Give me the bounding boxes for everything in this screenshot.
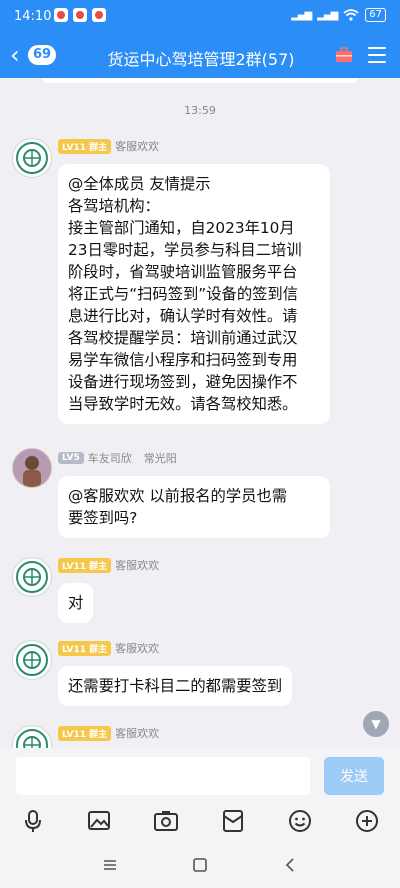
microphone-icon[interactable] [20, 808, 46, 834]
group-owner-avatar[interactable] [12, 725, 52, 748]
input-toolbar [0, 804, 400, 842]
status-bar: 14:10 ▂▄▆ ▂▄▆ 67 [0, 0, 400, 34]
message-line: 要签到吗? [68, 509, 138, 527]
input-bar: 发送 [0, 748, 400, 804]
sender-meta: LV11 群主 客服欢欢 [58, 557, 159, 573]
sender-name: 客服欢欢 [115, 140, 160, 153]
sender-meta: LV11 群主 客服欢欢 [58, 138, 159, 154]
message-line: 对 [68, 594, 84, 612]
message-line: 息进行比对，确认学时有效性。请 [68, 307, 298, 325]
sender-name: 客服欢欢 [115, 559, 160, 572]
home-nav-icon[interactable] [190, 855, 210, 875]
message-line: @客服欢欢 以前报名的学员也需 [68, 487, 288, 505]
app-notification-icon [73, 8, 87, 22]
message-line: 易学车微信小程序和扫码签到专用 [68, 351, 298, 369]
message-bubble[interactable]: 对 [58, 583, 94, 623]
sender-name: 常光阳 [143, 452, 177, 465]
chat-area[interactable]: 13:59 LV11 群主 客服欢欢 @全体成员 友情提示 各驾培机构： 接主管… [0, 78, 400, 748]
level-badge: LV11 群主 [58, 640, 112, 656]
level-badge: LV11 群主 [58, 138, 112, 154]
message-line: 各驾校提醒学员：培训前通过武汉 [68, 329, 298, 347]
group-owner-avatar[interactable] [12, 640, 52, 680]
message-line: 阶段时，省驾驶培训监管服务平台 [68, 263, 298, 281]
notification-icons [54, 8, 106, 22]
sender-meta: LV5 车友司欣 常光阳 [58, 450, 177, 466]
chat-header: ‹ 69 货运中心驾培管理2群(57) [0, 34, 400, 78]
sender-name: 客服欢欢 [115, 727, 160, 740]
plus-icon[interactable] [354, 808, 380, 834]
emoji-icon[interactable] [287, 808, 313, 834]
battery-indicator: 67 [365, 8, 386, 22]
message-line: 将正式与“扫码签到”设备的签到信 [68, 285, 299, 303]
message-line: 接主管部门通知，自2023年10月 [68, 219, 295, 237]
message-line: 设备进行现场签到，避免因操作不 [68, 373, 298, 391]
menu-icon[interactable] [368, 47, 386, 63]
group-owner-avatar[interactable] [12, 138, 52, 178]
status-right: ▂▄▆ ▂▄▆ 67 [291, 8, 386, 22]
message-line: 各驾培机构： [68, 197, 160, 215]
red-packet-icon[interactable] [220, 808, 246, 834]
message-bubble[interactable]: @全体成员 友情提示 各驾培机构： 接主管部门通知，自2023年10月 23日零… [58, 164, 330, 424]
level-badge: LV5 [58, 452, 84, 464]
send-button[interactable]: 发送 [324, 757, 384, 795]
camera-icon[interactable] [153, 808, 179, 834]
sender-name: 客服欢欢 [115, 642, 160, 655]
menu-nav-icon[interactable] [100, 855, 120, 875]
member-avatar[interactable] [12, 448, 52, 488]
image-icon[interactable] [86, 808, 112, 834]
message-timestamp: 13:59 [184, 104, 216, 117]
message-line: 23日零时起，学员参与科目二培训 [68, 241, 302, 259]
system-nav-bar [0, 842, 400, 888]
suitcase-icon[interactable] [334, 45, 354, 65]
sender-title: 车友司欣 [87, 452, 132, 465]
message-line: @全体成员 友情提示 [68, 175, 211, 193]
message-line: 当导致学时无效。请各驾校知悉。 [68, 395, 298, 413]
logo-emblem-icon [16, 142, 48, 174]
message-bubble[interactable]: @客服欢欢 以前报名的学员也需 要签到吗? [58, 476, 330, 538]
clock-notification-icon [54, 8, 68, 22]
previous-message-edge [42, 78, 358, 83]
status-time: 14:10 [14, 9, 52, 24]
level-badge: LV11 群主 [58, 725, 112, 741]
message-bubble[interactable]: 还需要打卡科目二的都需要签到 [58, 666, 293, 706]
signal-icon-2: ▂▄▆ [317, 9, 338, 21]
signal-icon: ▂▄▆ [291, 9, 312, 21]
back-arrow-icon[interactable]: ‹ [10, 42, 20, 68]
sender-meta: LV11 群主 客服欢欢 [58, 725, 159, 741]
message-line: 还需要打卡科目二的都需要签到 [68, 677, 283, 695]
message-input[interactable] [16, 757, 310, 795]
scroll-to-bottom-icon[interactable]: ▼ [363, 711, 389, 737]
person-photo-icon [13, 449, 51, 487]
group-owner-avatar[interactable] [12, 557, 52, 597]
logo-emblem-icon [16, 561, 48, 593]
chat-title: 货运中心驾培管理2群(57) [107, 50, 295, 69]
logo-emblem-icon [16, 729, 48, 748]
sender-meta: LV11 群主 客服欢欢 [58, 640, 159, 656]
wifi-icon [343, 9, 359, 21]
logo-emblem-icon [16, 644, 48, 676]
video-notification-icon [92, 8, 106, 22]
back-nav-icon[interactable] [280, 855, 300, 875]
level-badge: LV11 群主 [58, 557, 112, 573]
unread-count-badge[interactable]: 69 [28, 45, 56, 65]
